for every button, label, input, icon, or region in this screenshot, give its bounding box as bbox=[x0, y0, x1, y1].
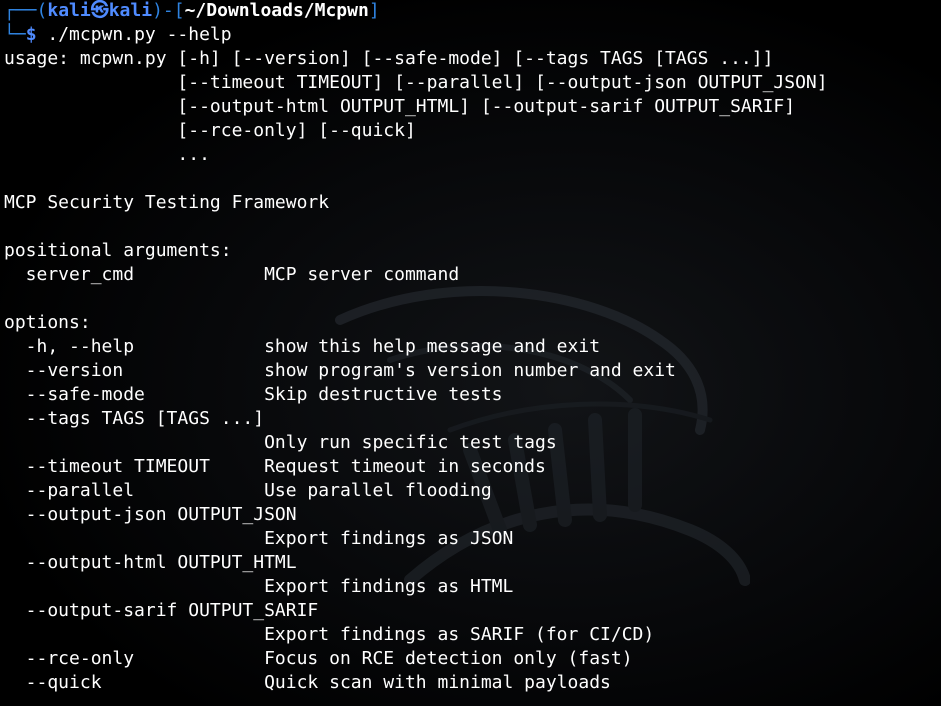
section-heading: options: bbox=[4, 312, 91, 333]
section-heading: positional arguments: bbox=[4, 240, 232, 261]
output-line: Export findings as SARIF (for CI/CD) bbox=[4, 624, 655, 645]
output-line: --quick Quick scan with minimal payloads bbox=[4, 672, 611, 693]
output-line: -h, --help show this help message and ex… bbox=[4, 336, 601, 357]
output-line: Only run specific test tags bbox=[4, 432, 557, 453]
output-line: [--rce-only] [--quick] bbox=[4, 120, 416, 141]
prompt-corner-top: ┌──( bbox=[4, 0, 48, 21]
output-line: --safe-mode Skip destructive tests bbox=[4, 384, 503, 405]
command-text: ./mcpwn.py --help bbox=[36, 24, 232, 45]
prompt-dollar: $ bbox=[25, 24, 37, 45]
prompt-close-paren: )-[ bbox=[152, 0, 185, 21]
prompt-user: kali bbox=[47, 0, 91, 21]
output-line: [--timeout TIMEOUT] [--parallel] [--outp… bbox=[4, 72, 828, 93]
output-line: --output-sarif OUTPUT_SARIF bbox=[4, 600, 319, 621]
output-line: --output-html OUTPUT_HTML bbox=[4, 552, 297, 573]
output-line: --timeout TIMEOUT Request timeout in sec… bbox=[4, 456, 546, 477]
output-line: --output-json OUTPUT_JSON bbox=[4, 504, 297, 525]
program-description: MCP Security Testing Framework bbox=[4, 192, 330, 213]
prompt-line-command: └─$ ./mcpwn.py --help bbox=[4, 24, 232, 46]
output-line: Export findings as HTML bbox=[4, 576, 514, 597]
output-line: [--output-html OUTPUT_HTML] [--output-sa… bbox=[4, 96, 796, 117]
prompt-corner-bottom: └─ bbox=[4, 24, 26, 45]
prompt-line-top: ┌──(kali㉿kali)-[~/Downloads/Mcpwn] bbox=[4, 0, 380, 22]
output-line: --version show program's version number … bbox=[4, 360, 676, 381]
output-line: --tags TAGS [TAGS ...] bbox=[4, 408, 265, 429]
terminal-window[interactable]: ┌──(kali㉿kali)-[~/Downloads/Mcpwn] └─$ .… bbox=[0, 0, 941, 706]
prompt-path: ~/Downloads/Mcpwn bbox=[184, 0, 369, 21]
prompt-host: kali bbox=[108, 0, 153, 21]
output-line: ... bbox=[4, 144, 210, 165]
output-line: Export findings as JSON bbox=[4, 528, 514, 549]
output-line: --parallel Use parallel flooding bbox=[4, 480, 492, 501]
prompt-at-symbol: ㉿ bbox=[90, 0, 109, 21]
output-line: usage: mcpwn.py [-h] [--version] [--safe… bbox=[4, 48, 774, 69]
output-line: server_cmd MCP server command bbox=[4, 264, 460, 285]
output-line: --rce-only Focus on RCE detection only (… bbox=[4, 648, 633, 669]
prompt-close-bracket: ] bbox=[368, 0, 380, 21]
